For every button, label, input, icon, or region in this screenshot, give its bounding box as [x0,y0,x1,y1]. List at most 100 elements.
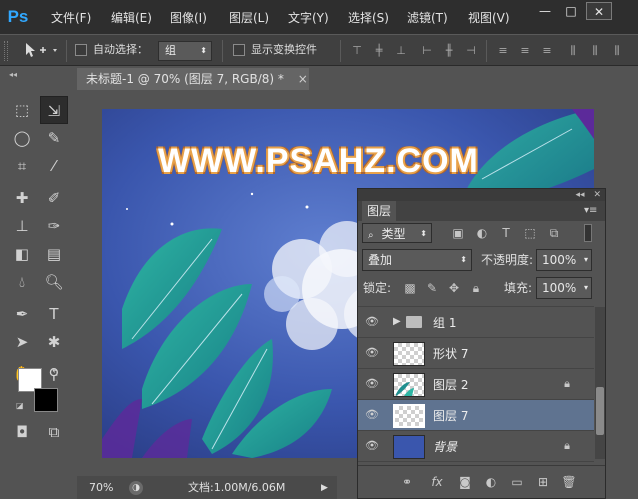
move-tool-icon[interactable]: ⇲ [40,96,68,124]
new-layer-icon[interactable]: ⊞ [534,474,552,490]
eraser-tool-icon[interactable]: ◧ [8,240,36,268]
blur-tool-icon[interactable]: 💧︎ [8,268,36,296]
fill-label: 填充: [504,281,533,295]
adjustment-layer-icon[interactable]: ◐ [482,474,500,490]
swap-colors-icon[interactable]: ↰ [51,368,63,380]
gradient-tool-icon[interactable]: ▤ [40,240,68,268]
close-tab-icon[interactable]: × [298,72,308,86]
menu-select[interactable]: 选择(S) [348,9,389,27]
filter-adjustment-icon[interactable]: ◐ [474,225,490,241]
filter-smart-object-icon[interactable]: ⧉ [546,225,562,241]
tool-preset-picker[interactable] [22,40,62,60]
zoom-level[interactable]: 70% [89,476,113,499]
menu-layer[interactable]: 图层(L) [229,9,269,27]
menu-view[interactable]: 视图(V) [468,9,510,27]
expand-arrow-icon[interactable]: ▶ [393,315,401,329]
dodge-tool-icon[interactable]: 🔍︎ [40,268,68,296]
link-layers-icon[interactable]: ⚭ [398,474,416,490]
chevron-updown-icon: ⬍ [420,229,427,238]
align-vcenter-icon[interactable]: ╪ [372,43,386,59]
default-colors-icon[interactable]: ◪ [16,400,28,412]
align-right-icon[interactable]: ⊣ [464,43,478,59]
screen-mode-icon[interactable]: ⧉ [40,418,68,446]
tab-layers[interactable]: 图层 [362,201,396,221]
filter-shape-icon[interactable]: ⬚ [522,225,538,241]
eye-icon[interactable]: 👁︎ [364,439,380,453]
auto-select-dropdown[interactable]: 组 ⬍ [158,41,212,61]
menu-file[interactable]: 文件(F) [51,9,91,27]
align-left-icon[interactable]: ⊢ [420,43,434,59]
healing-brush-tool-icon[interactable]: ✚ [8,184,36,212]
align-bottom-icon[interactable]: ⊥ [394,43,408,59]
distribute-hcenter-icon[interactable]: ⫼ [588,43,602,59]
filter-toggle-switch[interactable] [584,224,592,242]
status-info-icon[interactable]: ◑ [129,481,143,495]
lock-all-icon[interactable]: 🔒︎ [468,280,484,296]
quick-select-tool-icon[interactable]: ✎ [40,124,68,152]
align-hcenter-icon[interactable]: ╫ [442,43,456,59]
quick-mask-icon[interactable]: ◘ [8,418,36,446]
collapse-toolbox-icon[interactable]: ◂◂ [6,70,74,80]
lock-image-icon[interactable]: ✎ [424,280,440,296]
divider [340,40,341,62]
lock-position-icon[interactable]: ✥ [446,280,462,296]
menu-image[interactable]: 图像(I) [170,9,207,27]
layer-row-layer-2[interactable]: 👁︎ 图层 2 🔒︎ [358,369,594,400]
eye-icon[interactable]: 👁︎ [364,408,380,422]
align-top-icon[interactable]: ⊤ [350,43,364,59]
path-select-tool-icon[interactable]: ➤ [8,328,36,356]
eyedropper-tool-icon[interactable]: ⁄ [40,152,68,180]
close-button[interactable]: ✕ [586,2,612,20]
layer-row-layer-7[interactable]: 👁︎ 图层 7 [358,400,594,431]
lock-icon: 🔒︎ [564,439,570,452]
clone-stamp-tool-icon[interactable]: ⊥ [8,212,36,240]
eye-icon[interactable]: 👁︎ [364,346,380,360]
lock-transparent-icon[interactable]: ▩ [402,280,418,296]
panel-menu-icon[interactable]: ▾≡ [584,203,600,219]
marquee-tool-icon[interactable]: ⬚ [8,96,36,124]
crop-tool-icon[interactable]: ⌗ [8,152,36,180]
distribute-right-icon[interactable]: ⫼ [610,43,624,59]
fill-field[interactable]: 100% ▾ [536,277,592,299]
background-color-swatch[interactable] [34,388,58,412]
eye-icon[interactable]: 👁︎ [364,377,380,391]
menu-filter[interactable]: 滤镜(T) [407,9,448,27]
pen-tool-icon[interactable]: ✒ [8,300,36,328]
lasso-tool-icon[interactable]: ◯ [8,124,36,152]
brush-tool-icon[interactable]: ✐ [40,184,68,212]
collapse-panel-icon[interactable]: ◂◂ [576,190,585,200]
add-mask-icon[interactable]: ◙ [456,474,474,490]
status-menu-arrow-icon[interactable]: ▶ [321,481,333,495]
filter-type-icon[interactable]: T [498,225,514,241]
layer-row-background[interactable]: 👁︎ 背景 🔒︎ [358,431,594,462]
history-brush-tool-icon[interactable]: ✑ [40,212,68,240]
blend-mode-dropdown[interactable]: 叠加 ⬍ [362,249,472,271]
eye-icon[interactable]: 👁︎ [364,315,380,329]
distribute-top-icon[interactable]: ≡ [496,43,510,59]
document-tab[interactable]: 未标题-1 @ 70% (图层 7, RGB/8) * × [77,68,309,90]
distribute-vcenter-icon[interactable]: ≡ [518,43,532,59]
type-tool-icon[interactable]: T [40,300,68,328]
distribute-left-icon[interactable]: ⫼ [566,43,580,59]
layer-filter-dropdown[interactable]: ⌕ 类型 ⬍ [362,223,432,243]
divider [222,40,223,62]
menu-type[interactable]: 文字(Y) [288,9,329,27]
auto-select-checkbox[interactable] [75,44,87,56]
restore-button[interactable]: □ [561,2,581,20]
layer-row-group-1[interactable]: 👁︎ ▶ 组 1 [358,307,594,338]
show-transform-checkbox[interactable] [233,44,245,56]
grip-handle[interactable] [4,41,8,61]
minimize-button[interactable]: — [535,2,555,20]
layer-style-icon[interactable]: fx [428,474,446,490]
menu-edit[interactable]: 编辑(E) [111,9,152,27]
custom-shape-tool-icon[interactable]: ✱ [40,328,68,356]
new-group-icon[interactable]: ▭ [508,474,526,490]
layers-scrollbar[interactable] [595,307,605,459]
filter-pixel-icon[interactable]: ▣ [450,225,466,241]
distribute-bottom-icon[interactable]: ≡ [540,43,554,59]
opacity-field[interactable]: 100% ▾ [536,249,592,271]
layer-row-shape-7[interactable]: 👁︎ 形状 7 [358,338,594,369]
close-panel-icon[interactable]: ✕ [593,190,601,200]
scrollbar-thumb[interactable] [596,387,604,435]
delete-layer-icon[interactable]: 🗑︎ [560,474,578,490]
